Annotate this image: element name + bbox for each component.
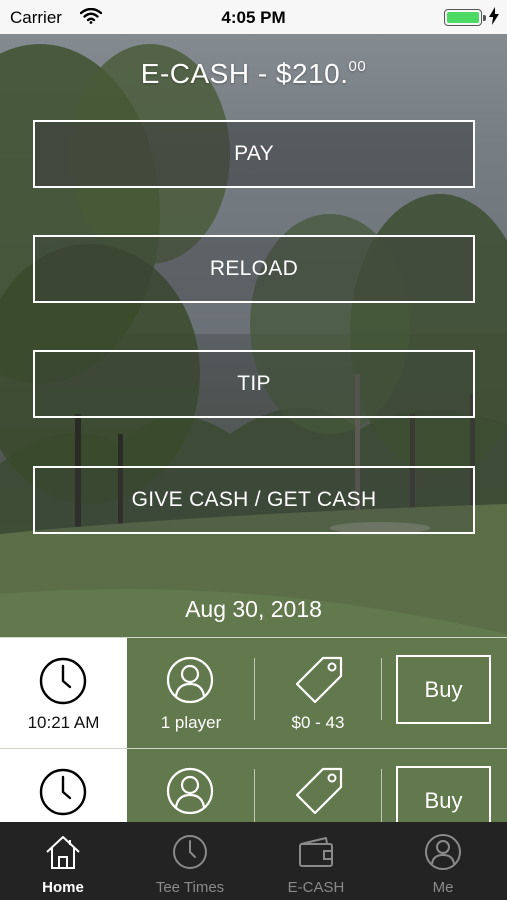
price-tag-icon bbox=[293, 654, 345, 711]
tab-home[interactable]: Home bbox=[0, 822, 126, 900]
tee-time-label: 10:21 AM bbox=[27, 713, 100, 732]
price-tag-icon bbox=[293, 765, 345, 822]
buy-button[interactable]: Buy bbox=[396, 655, 491, 724]
tab-ecash[interactable]: E-CASH bbox=[253, 822, 379, 900]
price-cell bbox=[256, 749, 380, 822]
row-divider bbox=[381, 769, 382, 822]
tab-tee-times[interactable]: Tee Times bbox=[127, 822, 253, 900]
ecash-balance: E-CASH - $210.00 bbox=[0, 58, 507, 90]
tee-time-row: Buy bbox=[0, 748, 507, 822]
give-get-cash-button[interactable]: GIVE CASH / GET CASH bbox=[33, 466, 475, 534]
tee-time-cell: 10:21 AM bbox=[0, 638, 127, 748]
tab-home-label: Home bbox=[42, 879, 84, 896]
price-cell: $0 - 43 bbox=[256, 638, 380, 748]
tee-times-date: Aug 30, 2018 bbox=[185, 596, 322, 622]
wallet-icon bbox=[296, 832, 336, 877]
clock-icon bbox=[170, 832, 210, 877]
row-divider bbox=[254, 769, 255, 822]
battery-icon bbox=[444, 9, 486, 26]
tee-time-row: 10:21 AM 1 player $0 - 43 Buy bbox=[0, 637, 507, 748]
tab-ecash-label: E-CASH bbox=[287, 879, 345, 896]
pay-button[interactable]: PAY bbox=[33, 120, 475, 188]
clock-icon bbox=[38, 767, 88, 822]
buy-button[interactable]: Buy bbox=[396, 766, 491, 822]
clock-icon bbox=[38, 656, 88, 711]
tab-bar: Home Tee Times E-CASH Me bbox=[0, 822, 507, 900]
home-icon bbox=[43, 832, 83, 877]
tab-tee-times-label: Tee Times bbox=[155, 879, 225, 896]
status-time: 4:05 PM bbox=[221, 8, 286, 27]
user-icon bbox=[423, 832, 463, 877]
tip-button[interactable]: TIP bbox=[33, 350, 475, 418]
charging-bolt-icon bbox=[489, 7, 499, 30]
price-label: $0 - 43 bbox=[291, 713, 345, 732]
players-label: 1 player bbox=[160, 713, 222, 732]
reload-button[interactable]: RELOAD bbox=[33, 235, 475, 303]
tee-time-cell bbox=[0, 749, 127, 822]
players-cell: 1 player bbox=[128, 638, 254, 748]
row-divider bbox=[381, 658, 382, 720]
status-bar: Carrier 4:05 PM bbox=[0, 0, 507, 34]
players-cell bbox=[128, 749, 254, 822]
balance-label: E-CASH - $210. bbox=[140, 58, 349, 89]
tab-me[interactable]: Me bbox=[380, 822, 506, 900]
row-divider bbox=[254, 658, 255, 720]
user-icon bbox=[165, 766, 215, 821]
user-icon bbox=[165, 655, 215, 710]
tab-me-label: Me bbox=[432, 879, 454, 896]
balance-cents: 00 bbox=[348, 57, 367, 75]
